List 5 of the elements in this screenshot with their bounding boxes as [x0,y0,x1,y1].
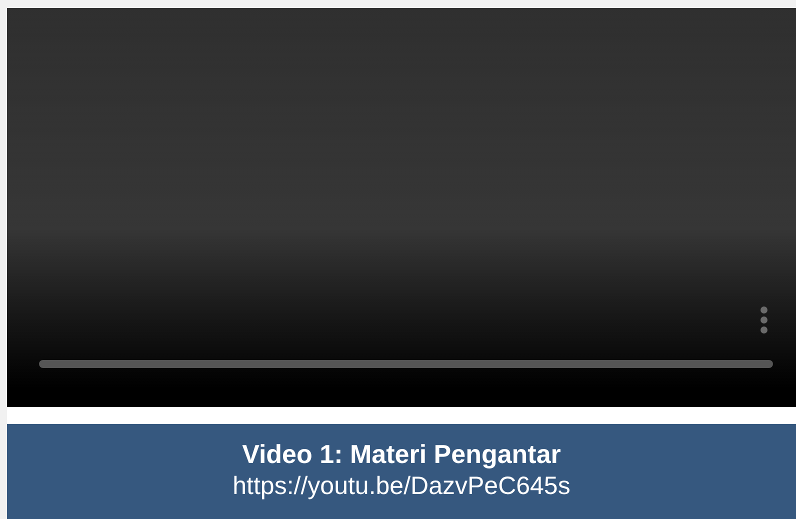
video-title: Video 1: Materi Pengantar [242,438,561,470]
progress-bar[interactable] [39,360,773,368]
more-options-icon[interactable] [759,305,769,335]
video-player[interactable] [7,8,796,407]
video-link[interactable]: https://youtu.be/DazvPeC645s [232,470,570,502]
